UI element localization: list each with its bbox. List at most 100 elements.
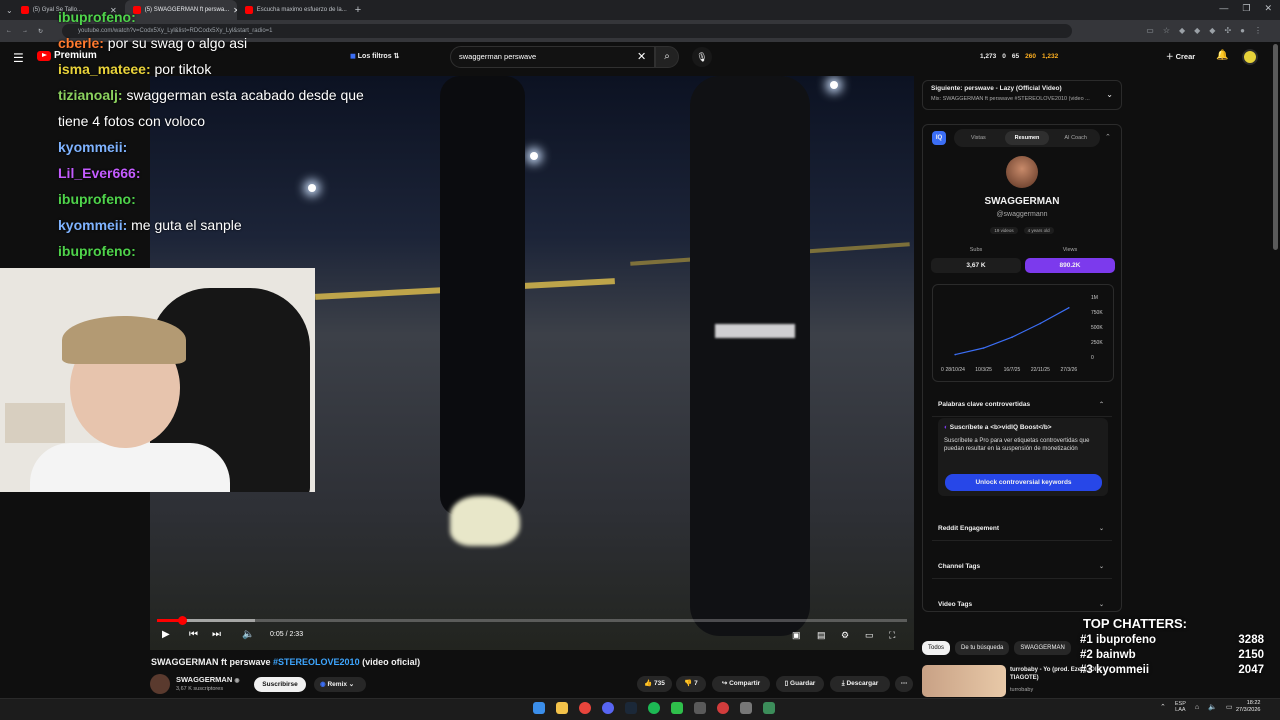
taskbar-clock[interactable]: 18:22 27/3/2026 <box>1236 700 1260 714</box>
network-icon[interactable]: ⌂ <box>1195 704 1199 711</box>
tab-search-icon[interactable]: ⌄ <box>6 6 13 15</box>
search-input[interactable]: swaggerman perswave <box>450 46 655 68</box>
chip-channel[interactable]: SWAGGERMAN <box>1014 641 1071 655</box>
menu-dots-icon[interactable]: ⋮ <box>1254 26 1262 35</box>
y-tick-label: 500K <box>1091 325 1103 331</box>
dislike-button[interactable]: 👎 7 <box>676 676 706 692</box>
settings-gear-icon[interactable]: ⚙ <box>841 630 849 641</box>
tab-vistas[interactable]: Vistas <box>956 131 1001 145</box>
cast-icon[interactable]: ▭ <box>1146 26 1154 35</box>
video-progress-bar[interactable] <box>157 616 907 625</box>
chevron-up-icon[interactable]: ⌃ <box>1105 133 1111 141</box>
chrome-icon[interactable] <box>579 702 591 714</box>
language-indicator[interactable]: ESP LAA <box>1175 701 1186 713</box>
extension-icon[interactable]: ◆ <box>1209 26 1215 35</box>
clock-time: 18:22 <box>1246 700 1261 706</box>
search-button[interactable]: ⌕ <box>655 46 679 68</box>
subscribe-button[interactable]: Suscribirse <box>254 677 306 692</box>
chevron-up-icon[interactable]: ⌃ <box>1160 703 1166 711</box>
chat-message: kyommeii: me guta el sanple <box>58 212 418 238</box>
obs-icon[interactable] <box>717 702 729 714</box>
keywords-section-header[interactable]: Palabras clave controvertidas ⌃ <box>932 393 1112 417</box>
previous-icon[interactable]: ⏮ <box>189 629 198 640</box>
up-next-card[interactable]: Siguiente: perswave - Lazy (Official Vid… <box>922 80 1122 110</box>
create-button[interactable]: ＋ Crear <box>1166 51 1195 62</box>
voice-search-button[interactable]: 🎙 <box>692 47 712 67</box>
keywords-title: Palabras clave controvertidas <box>938 401 1031 408</box>
channel-tags-section-header[interactable]: Channel Tags ⌄ <box>932 555 1112 579</box>
extension-icon[interactable]: ◆ <box>1194 26 1200 35</box>
remix-button[interactable]: ◉ Remix ⌄ <box>314 677 366 692</box>
recommended-video-thumbnail[interactable] <box>922 665 1006 697</box>
recommended-video-channel[interactable]: turrobaby <box>1010 687 1033 693</box>
next-icon[interactable]: ⏭ <box>212 629 221 640</box>
reload-icon[interactable]: ↻ <box>38 28 43 35</box>
extension-icon[interactable]: ◆ <box>1179 26 1185 35</box>
app-icon[interactable] <box>740 702 752 714</box>
video-count-pill: 19 videos <box>990 227 1018 234</box>
app-icon[interactable] <box>671 702 683 714</box>
chevron-down-icon: ⌄ <box>1098 602 1104 608</box>
discord-icon[interactable] <box>602 702 614 714</box>
x-tick-label: 10/3/25 <box>975 367 992 373</box>
stat-value: 1,232 <box>1042 53 1059 60</box>
more-dots-icon: ⋯ <box>900 680 908 687</box>
chip-from-search[interactable]: De tu búsqueda <box>955 641 1010 655</box>
tab-ai-coach[interactable]: AI Coach <box>1053 131 1098 145</box>
battery-icon[interactable]: ▭ <box>1226 703 1233 711</box>
chevron-down-icon[interactable]: ⌄ <box>1106 90 1113 99</box>
video-tags-section-header[interactable]: Video Tags ⌄ <box>932 593 1112 617</box>
youtube-play-icon <box>37 50 51 61</box>
speaker-icon[interactable]: 🔈 <box>1208 703 1217 711</box>
unlock-keywords-button[interactable]: Unlock controversial keywords <box>945 474 1102 491</box>
fullscreen-icon[interactable]: ⛶ <box>889 630 895 641</box>
tab-resumen[interactable]: Resumen <box>1004 131 1050 145</box>
profile-icon[interactable]: ● <box>1240 26 1245 35</box>
vidiq-player-icon[interactable]: ▣ <box>792 630 801 641</box>
back-icon[interactable]: ← <box>6 28 12 34</box>
video-tags-title: Video Tags <box>938 601 973 608</box>
bookmark-star-icon[interactable]: ☆ <box>1163 26 1170 35</box>
chip-todos[interactable]: Todos <box>922 641 951 655</box>
channel-avatar[interactable] <box>150 674 170 694</box>
screen: ⌄ (5) Gyal Se Tallo... ✕ (5) SWAGGERMAN f… <box>0 0 1280 720</box>
scrubber-handle[interactable] <box>177 616 187 625</box>
app-icon[interactable] <box>763 702 775 714</box>
app-icon[interactable] <box>694 702 706 714</box>
theater-mode-icon[interactable]: ▭ <box>865 630 874 641</box>
clear-search-icon[interactable]: ✕ <box>637 50 646 63</box>
minimize-icon[interactable]: — <box>1219 3 1228 14</box>
channel-name[interactable]: SWAGGERMAN ◉ <box>176 675 240 684</box>
chat-message: tiene 4 fotos con voloco <box>58 108 418 134</box>
save-button[interactable]: ▯ Guardar <box>776 676 824 692</box>
stat-value: 65 <box>1011 53 1020 60</box>
start-icon[interactable] <box>533 702 545 714</box>
like-button[interactable]: 👍 735 <box>637 676 672 692</box>
notifications-bell-icon[interactable]: 🔔 <box>1216 50 1228 61</box>
hamburger-menu-icon[interactable]: ☰ <box>13 51 24 65</box>
share-button[interactable]: ↪ Compartir <box>712 676 770 692</box>
maximize-icon[interactable]: ❐ <box>1242 3 1250 14</box>
data-point <box>1068 307 1070 309</box>
puzzle-icon[interactable]: ✣ <box>1224 26 1231 35</box>
volume-icon[interactable]: 🔈 <box>242 629 254 640</box>
vidiq-channel-name: SWAGGERMAN <box>984 196 1060 207</box>
spotify-icon[interactable] <box>648 702 660 714</box>
forward-icon[interactable]: → <box>22 28 28 34</box>
page-scrollbar[interactable] <box>1273 44 1278 250</box>
up-next-title: Siguiente: perswave - Lazy (Official Vid… <box>931 85 1062 92</box>
account-avatar[interactable] <box>1242 49 1258 65</box>
subtitles-icon[interactable]: ▤ <box>817 630 826 641</box>
more-actions-button[interactable]: ⋯ <box>895 676 913 692</box>
top-chatters-overlay: TOP CHATTERS: #1 ibuprofeno 3288 #2 bainw… <box>1080 616 1264 676</box>
chat-username: isma_mateee: <box>58 61 151 77</box>
chat-text: me guta el sanple <box>127 217 242 233</box>
reddit-section-header[interactable]: Reddit Engagement ⌄ <box>932 517 1112 541</box>
play-icon[interactable]: ▶ <box>162 629 170 640</box>
download-button[interactable]: ⤓ Descargar <box>830 676 890 692</box>
file-explorer-icon[interactable] <box>556 702 568 714</box>
hashtag-link[interactable]: #STEREOLOVE2010 <box>273 657 360 667</box>
close-window-icon[interactable]: ✕ <box>1264 3 1272 14</box>
steam-icon[interactable] <box>625 702 637 714</box>
channel-age-pill: 4 years old <box>1023 227 1054 234</box>
